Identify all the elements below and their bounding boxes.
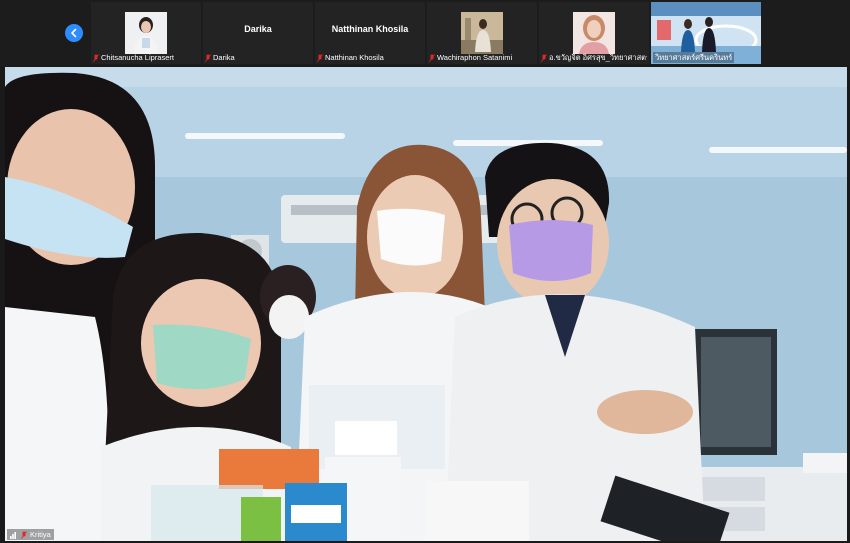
- participant-tile[interactable]: Wachiraphon Satanimi: [427, 2, 537, 64]
- participant-name-tag: Wachiraphon Satanimi: [429, 52, 512, 63]
- participant-name-tag: Darika: [205, 52, 235, 63]
- participant-name: Chitsanucha Liprasert: [101, 53, 174, 62]
- participant-name-tag: อ.ขวัญจิต อิศรสุข_วิทยาศาสตร์ศึ...: [541, 52, 647, 63]
- participant-avatar: [125, 12, 167, 54]
- participant-tile[interactable]: Chitsanucha Liprasert: [91, 2, 201, 64]
- participant-name: วิทยาศาสตร์ศรีนครินทร์: [655, 52, 733, 62]
- participant-name-tag: วิทยาศาสตร์ศรีนครินทร์: [653, 52, 735, 63]
- participant-avatar: [573, 12, 615, 54]
- speaker-name-tag: Kritiya: [7, 529, 54, 540]
- participant-tile[interactable]: Darika Darika: [203, 2, 313, 64]
- participant-name-tag: Chitsanucha Liprasert: [93, 52, 174, 63]
- signal-bars-icon: [10, 531, 16, 539]
- mic-off-icon: [429, 53, 435, 62]
- main-video[interactable]: Kritiya: [5, 67, 847, 541]
- participant-name: อ.ขวัญจิต อิศรสุข_วิทยาศาสตร์ศึ...: [549, 52, 647, 62]
- mic-off-icon: [21, 530, 27, 539]
- mic-off-icon: [205, 53, 211, 62]
- participant-name: Darika: [213, 53, 235, 62]
- participant-tile[interactable]: อ.ขวัญจิต อิศรสุข_วิทยาศาสตร์ศึ...: [539, 2, 649, 64]
- participant-avatar: [461, 12, 503, 54]
- participant-tile-active[interactable]: วิทยาศาสตร์ศรีนครินทร์: [651, 2, 761, 64]
- participant-display-name: Natthinan Khosila: [331, 24, 409, 34]
- participant-display-name: Darika: [244, 24, 272, 34]
- participant-strip: Chitsanucha Liprasert Darika Darika Natt…: [0, 0, 850, 66]
- prev-page-button[interactable]: [65, 24, 83, 42]
- participant-name: Natthinan Khosila: [325, 53, 384, 62]
- mic-off-icon: [541, 53, 547, 62]
- participant-name-tag: Natthinan Khosila: [317, 52, 384, 63]
- chevron-left-icon: [71, 28, 77, 38]
- mic-off-icon: [93, 53, 99, 62]
- participant-name: Wachiraphon Satanimi: [437, 53, 513, 62]
- speaker-name: Kritiya: [30, 530, 51, 539]
- participant-tile[interactable]: Natthinan Khosila Natthinan Khosila: [315, 2, 425, 64]
- speaker-video-frame: [5, 67, 847, 541]
- mic-off-icon: [317, 53, 323, 62]
